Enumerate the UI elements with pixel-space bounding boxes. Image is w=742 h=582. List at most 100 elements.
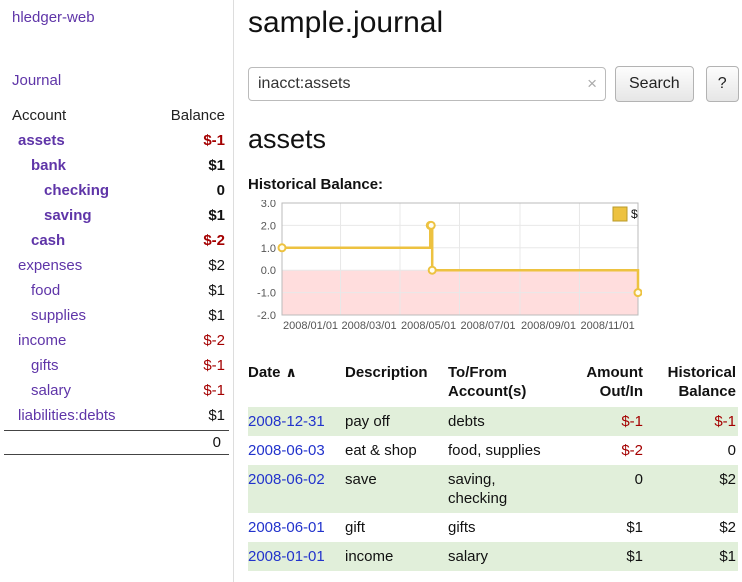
accounts-tree: Account Balance assets $-1 bank $1 check… — [0, 103, 233, 455]
svg-text:2008/11/01: 2008/11/01 — [580, 320, 634, 332]
register-balance: $1 — [719, 548, 736, 565]
register-tofrom: food, supplies — [448, 436, 570, 465]
account-balance: $1 — [208, 307, 225, 324]
register-date-link[interactable]: 2008-01-01 — [248, 548, 325, 565]
page-title: sample.journal — [248, 6, 740, 40]
register-amount: $1 — [626, 548, 643, 565]
help-button[interactable]: ? — [706, 66, 739, 102]
register-row: 2008-12-31 pay off debts $-1 $-1 — [248, 407, 738, 436]
account-link-assets[interactable]: assets — [0, 132, 65, 149]
register-table: Date∧ Description To/From Account(s) Amo… — [248, 361, 738, 571]
register-tofrom: saving, checking — [448, 465, 570, 513]
register-description: income — [345, 542, 448, 571]
account-row: supplies $1 — [0, 303, 233, 328]
account-link-salary[interactable]: salary — [0, 382, 71, 399]
account-balance: $2 — [208, 257, 225, 274]
register-amount: $1 — [626, 519, 643, 536]
account-link-liabilities-debts[interactable]: liabilities:debts — [0, 407, 116, 424]
svg-text:2.0: 2.0 — [261, 220, 276, 232]
account-balance: $-1 — [203, 382, 225, 399]
account-balance: 0 — [217, 182, 225, 199]
register-row: 2008-01-01 income salary $1 $1 — [248, 542, 738, 571]
balance-chart-svg: 3.02.01.00.0-1.0-2.02008/01/012008/03/01… — [248, 200, 642, 334]
search-box: × — [248, 67, 606, 101]
account-balance: $1 — [208, 407, 225, 424]
search-form: × Search ? — [248, 66, 740, 102]
account-row: gifts $-1 — [0, 353, 233, 378]
register-amount: $-1 — [621, 413, 643, 430]
header-balance: Historical Balance — [645, 361, 738, 407]
sidebar-item-journal[interactable]: Journal — [0, 26, 233, 89]
svg-text:3.0: 3.0 — [261, 200, 276, 210]
register-balance: $2 — [719, 471, 736, 488]
register-balance: 0 — [728, 442, 736, 459]
register-row: 2008-06-02 save saving, checking 0 $2 — [248, 465, 738, 513]
account-balance: $-2 — [203, 232, 225, 249]
register-header-row: Date∧ Description To/From Account(s) Amo… — [248, 361, 738, 407]
account-link-supplies[interactable]: supplies — [0, 307, 86, 324]
register-tofrom: salary — [448, 542, 570, 571]
svg-text:1.0: 1.0 — [261, 243, 276, 255]
account-row: liabilities:debts $1 — [0, 403, 233, 428]
app-title-link[interactable]: hledger-web — [0, 0, 233, 26]
register-row: 2008-06-03 eat & shop food, supplies $-2… — [248, 436, 738, 465]
account-link-bank[interactable]: bank — [0, 157, 66, 174]
account-link-food[interactable]: food — [0, 282, 60, 299]
account-row: saving $1 — [0, 203, 233, 228]
search-button[interactable]: Search — [615, 66, 694, 102]
register-row: 2008-06-01 gift gifts $1 $2 — [248, 513, 738, 542]
register-date-link[interactable]: 2008-12-31 — [248, 413, 325, 430]
register-description: save — [345, 465, 448, 513]
account-balance: $-2 — [203, 332, 225, 349]
account-link-checking[interactable]: checking — [0, 182, 109, 199]
account-balance: $1 — [208, 157, 225, 174]
account-link-cash[interactable]: cash — [0, 232, 65, 249]
account-balance: $-1 — [203, 357, 225, 374]
account-row: salary $-1 — [0, 378, 233, 403]
account-row: expenses $2 — [0, 253, 233, 278]
account-link-expenses[interactable]: expenses — [0, 257, 82, 274]
accounts-header-account: Account — [12, 107, 66, 124]
account-balance: $1 — [208, 207, 225, 224]
accounts-total-row: 0 — [4, 430, 229, 455]
svg-text:2008/01/01: 2008/01/01 — [283, 320, 338, 332]
sort-ascending-icon: ∧ — [286, 364, 297, 380]
svg-text:2008/05/01: 2008/05/01 — [401, 320, 456, 332]
account-heading: assets — [248, 124, 740, 155]
register-balance: $-1 — [714, 413, 736, 430]
register-tofrom: gifts — [448, 513, 570, 542]
register-date-link[interactable]: 2008-06-02 — [248, 471, 325, 488]
account-link-saving[interactable]: saving — [0, 207, 92, 224]
header-tofrom: To/From Account(s) — [448, 361, 570, 407]
svg-text:2008/09/01: 2008/09/01 — [521, 320, 576, 332]
register-date-link[interactable]: 2008-06-01 — [248, 519, 325, 536]
register-amount: $-2 — [621, 442, 643, 459]
account-row: income $-2 — [0, 328, 233, 353]
account-link-gifts[interactable]: gifts — [0, 357, 59, 374]
svg-text:2008/03/01: 2008/03/01 — [342, 320, 397, 332]
account-link-income[interactable]: income — [0, 332, 66, 349]
account-row: assets $-1 — [0, 128, 233, 153]
header-amount: Amount Out/In — [570, 361, 645, 407]
register-date-link[interactable]: 2008-06-03 — [248, 442, 325, 459]
accounts-header-balance: Balance — [171, 107, 225, 124]
main-content: sample.journal × Search ? assets Histori… — [248, 0, 740, 571]
register-description: pay off — [345, 407, 448, 436]
search-input[interactable] — [248, 67, 606, 101]
header-date[interactable]: Date∧ — [248, 361, 345, 407]
balance-chart: 3.02.01.00.0-1.0-2.02008/01/012008/03/01… — [248, 200, 740, 339]
chart-title: Historical Balance: — [248, 176, 740, 193]
account-row: bank $1 — [0, 153, 233, 178]
svg-text:-1.0: -1.0 — [257, 288, 276, 300]
accounts-header: Account Balance — [0, 103, 233, 128]
svg-text:2008/07/01: 2008/07/01 — [461, 320, 516, 332]
svg-text:$: $ — [631, 207, 638, 221]
clear-icon[interactable]: × — [587, 74, 597, 94]
account-row: cash $-2 — [0, 228, 233, 253]
account-balance: $1 — [208, 282, 225, 299]
register-tofrom: debts — [448, 407, 570, 436]
account-row: food $1 — [0, 278, 233, 303]
sidebar: hledger-web Journal Account Balance asse… — [0, 0, 234, 582]
register-description: eat & shop — [345, 436, 448, 465]
accounts-total-value: 0 — [213, 434, 221, 451]
